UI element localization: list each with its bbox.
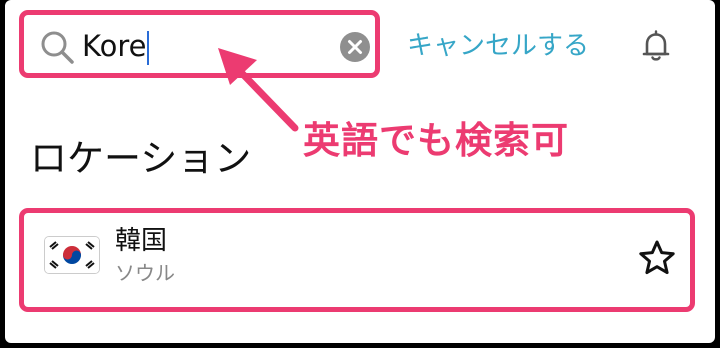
search-field-value[interactable]: Kore: [82, 24, 150, 68]
result-location-subtitle: ソウル: [115, 261, 175, 285]
annotation-text: 英語でも検索可: [303, 119, 569, 162]
result-location-name[interactable]: 韓国: [115, 222, 167, 260]
bell-icon[interactable]: [638, 28, 674, 64]
cancel-button[interactable]: キャンセルする: [407, 26, 589, 66]
section-title-locations: ロケーション: [30, 137, 252, 180]
text-caret: [147, 31, 150, 65]
star-icon[interactable]: [637, 238, 677, 278]
clear-icon[interactable]: [339, 31, 371, 63]
south-korea-flag-icon: [44, 236, 100, 274]
search-icon: [41, 31, 74, 64]
